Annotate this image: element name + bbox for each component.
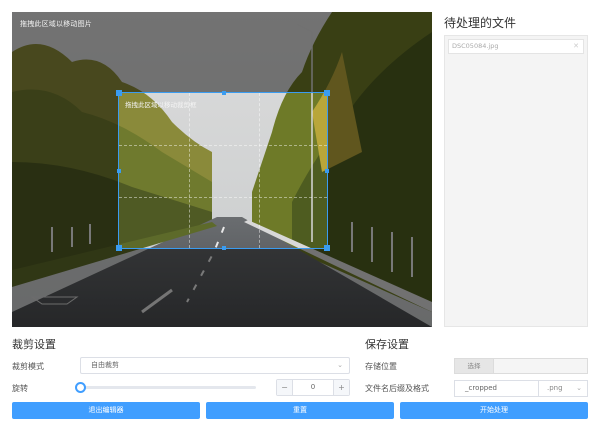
image-cropper-app: 拖拽此区域以移动图片 拖拽此区域以移动裁剪框 待处理的文件 DSC05084.j… <box>0 0 600 431</box>
chevron-down-icon: ⌄ <box>576 384 582 392</box>
reset-button[interactable]: 重置 <box>206 402 394 419</box>
crop-selection[interactable]: 拖拽此区域以移动裁剪框 <box>116 90 330 251</box>
crop-handle-top-right[interactable] <box>324 90 330 96</box>
file-name: DSC05084.jpg <box>452 42 499 50</box>
crop-handle-bottom-left[interactable] <box>116 245 122 251</box>
drag-crop-hint: 拖拽此区域以移动裁剪框 <box>125 101 197 109</box>
crop-handle-bottom[interactable] <box>222 246 226 250</box>
remove-file-icon[interactable]: ✕ <box>573 40 579 53</box>
crop-handle-right[interactable] <box>325 169 329 173</box>
filename-suffix-input[interactable]: _cropped <box>454 380 539 397</box>
drag-image-hint: 拖拽此区域以移动图片 <box>20 20 92 28</box>
image-canvas[interactable]: 拖拽此区域以移动图片 拖拽此区域以移动裁剪框 <box>12 12 432 327</box>
save-path-field <box>494 358 588 374</box>
crop-settings-title: 裁剪设置 <box>12 338 56 351</box>
crop-handle-top[interactable] <box>222 91 226 95</box>
start-processing-button[interactable]: 开始处理 <box>400 402 588 419</box>
rotate-label: 旋转 <box>12 384 28 393</box>
rotate-slider-handle[interactable] <box>75 382 86 393</box>
increment-button[interactable]: + <box>333 380 349 395</box>
choose-location-button[interactable]: 选择 <box>454 358 494 374</box>
exit-editor-button[interactable]: 退出编辑器 <box>12 402 200 419</box>
crop-handle-left[interactable] <box>117 169 121 173</box>
suffix-format-label: 文件名后缀及格式 <box>365 384 429 393</box>
pending-files-title: 待处理的文件 <box>444 16 517 30</box>
crop-mode-value: 自由裁剪 <box>91 361 119 369</box>
format-value: .png <box>547 384 563 392</box>
crop-handle-bottom-right[interactable] <box>324 245 330 251</box>
chevron-down-icon: ⌄ <box>337 361 343 369</box>
crop-handle-top-left[interactable] <box>116 90 122 96</box>
rotate-slider-track[interactable] <box>80 386 256 389</box>
rotate-value[interactable]: 0 <box>293 380 333 395</box>
crop-mode-select[interactable]: 自由裁剪 ⌄ <box>80 357 350 374</box>
file-list-item[interactable]: DSC05084.jpg ✕ <box>448 39 584 54</box>
save-settings-title: 保存设置 <box>365 338 409 351</box>
format-select[interactable]: .png ⌄ <box>539 380 588 397</box>
pending-files-panel: DSC05084.jpg ✕ <box>444 35 588 327</box>
crop-guide-horizontal-2 <box>119 197 327 198</box>
crop-mode-label: 裁剪模式 <box>12 362 44 371</box>
rotate-stepper[interactable]: − 0 + <box>276 379 350 396</box>
save-location-label: 存储位置 <box>365 362 397 371</box>
crop-guide-horizontal-1 <box>119 145 327 146</box>
crop-guide-vertical-2 <box>259 93 260 248</box>
crop-guide-vertical-1 <box>189 93 190 248</box>
decrement-button[interactable]: − <box>277 380 293 395</box>
